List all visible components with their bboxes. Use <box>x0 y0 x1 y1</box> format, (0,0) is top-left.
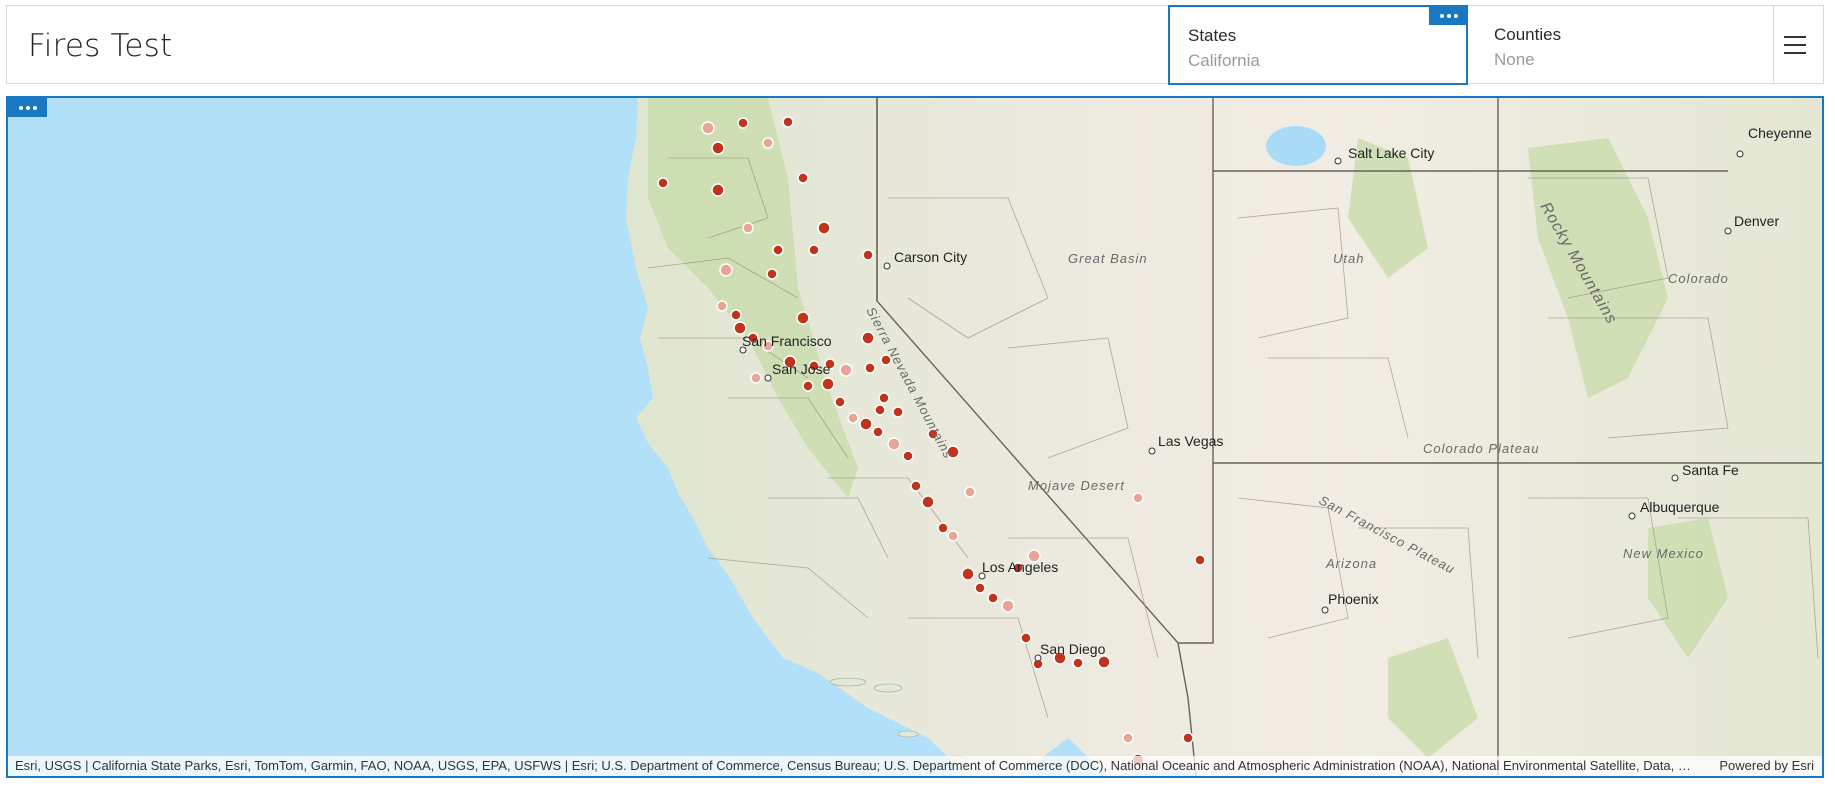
basemap[interactable]: Salt Lake City Cheyenne Denver Carson Ci… <box>8 98 1822 776</box>
fire-marker[interactable] <box>902 450 914 462</box>
fire-marker[interactable] <box>847 412 859 424</box>
fire-marker[interactable] <box>737 117 749 129</box>
fire-marker[interactable] <box>1072 657 1084 669</box>
region-great-basin: Great Basin <box>1068 251 1148 266</box>
map-widget-menu-button[interactable] <box>8 98 47 117</box>
fire-marker[interactable] <box>947 530 959 542</box>
map-view[interactable]: Salt Lake City Cheyenne Denver Carson Ci… <box>6 96 1824 778</box>
fire-marker[interactable] <box>657 177 669 189</box>
city-santa-fe: Santa Fe <box>1682 462 1739 478</box>
region-arizona: Arizona <box>1325 556 1377 571</box>
region-colorado-plateau: Colorado Plateau <box>1423 441 1539 456</box>
fire-marker[interactable] <box>872 426 884 438</box>
fire-marker[interactable] <box>1132 492 1144 504</box>
fire-marker[interactable] <box>974 582 986 594</box>
city-los-angeles: Los Angeles <box>982 559 1058 575</box>
city-san-jose: San Jose <box>772 361 831 377</box>
fire-marker[interactable] <box>878 392 890 404</box>
fire-marker[interactable] <box>808 244 820 256</box>
fire-marker[interactable] <box>861 331 875 345</box>
fire-marker[interactable] <box>1182 732 1194 744</box>
fire-marker[interactable] <box>797 172 809 184</box>
fire-marker[interactable] <box>782 116 794 128</box>
app-header: Fires Test States California Counties No… <box>6 5 1824 85</box>
city-san-diego: San Diego <box>1040 641 1106 657</box>
fire-marker[interactable] <box>910 480 922 492</box>
fire-marker[interactable] <box>839 363 853 377</box>
powered-by-esri-link[interactable]: Powered by Esri <box>1719 756 1814 776</box>
fire-marker[interactable] <box>874 404 886 416</box>
region-colorado: Colorado <box>1668 271 1729 286</box>
states-value: California <box>1188 51 1260 70</box>
fire-marker[interactable] <box>964 486 976 498</box>
fire-marker[interactable] <box>987 592 999 604</box>
city-cheyenne: Cheyenne <box>1748 125 1812 141</box>
region-utah: Utah <box>1333 251 1364 266</box>
hamburger-menu-icon <box>1784 33 1806 57</box>
fire-marker[interactable] <box>892 406 904 418</box>
fire-marker[interactable] <box>742 222 754 234</box>
fire-marker[interactable] <box>1097 655 1111 669</box>
fire-marker[interactable] <box>802 380 814 392</box>
states-label: States <box>1188 26 1237 45</box>
fire-marker[interactable] <box>766 268 778 280</box>
fire-marker[interactable] <box>701 121 715 135</box>
fire-marker[interactable] <box>711 141 725 155</box>
fire-marker[interactable] <box>762 137 774 149</box>
more-dots-icon <box>18 105 23 110</box>
fire-marker[interactable] <box>772 244 784 256</box>
city-denver: Denver <box>1734 213 1779 229</box>
fire-marker[interactable] <box>864 362 876 374</box>
counties-selector[interactable]: Counties None <box>1468 6 1774 83</box>
fire-marker[interactable] <box>937 522 949 534</box>
fire-marker[interactable] <box>730 309 742 321</box>
city-albuquerque: Albuquerque <box>1640 499 1720 515</box>
fire-marker[interactable] <box>711 183 725 197</box>
city-las-vegas: Las Vegas <box>1158 433 1223 449</box>
city-carson-city: Carson City <box>894 249 967 265</box>
fire-marker[interactable] <box>887 437 901 451</box>
states-widget-menu-button[interactable] <box>1429 6 1468 25</box>
city-san-francisco: San Francisco <box>742 333 832 349</box>
fire-marker[interactable] <box>817 221 831 235</box>
fire-marker[interactable] <box>1020 632 1032 644</box>
map-attribution: Esri, USGS | California State Parks, Esr… <box>8 756 1822 776</box>
region-new-mexico: New Mexico <box>1623 546 1704 561</box>
fire-marker[interactable] <box>1194 554 1206 566</box>
counties-label: Counties <box>1494 25 1562 44</box>
fire-marker[interactable] <box>859 417 873 431</box>
fire-marker[interactable] <box>921 495 935 509</box>
fire-marker[interactable] <box>1001 599 1015 613</box>
counties-value: None <box>1494 50 1535 69</box>
fire-marker[interactable] <box>719 263 733 277</box>
states-selector[interactable]: States California <box>1168 5 1468 85</box>
more-dots-icon <box>1439 13 1444 18</box>
fire-marker[interactable] <box>834 396 846 408</box>
attribution-text: Esri, USGS | California State Parks, Esr… <box>15 758 1695 773</box>
fire-marker[interactable] <box>796 311 810 325</box>
fire-marker[interactable] <box>1122 732 1134 744</box>
region-mojave-desert: Mojave Desert <box>1028 478 1125 493</box>
city-salt-lake-city: Salt Lake City <box>1348 145 1434 161</box>
fire-marker[interactable] <box>716 300 728 312</box>
fire-marker[interactable] <box>862 249 874 261</box>
city-phoenix: Phoenix <box>1328 591 1379 607</box>
fire-marker[interactable] <box>750 372 762 384</box>
hamburger-menu-button[interactable] <box>1767 6 1823 83</box>
fire-marker[interactable] <box>961 567 975 581</box>
fire-marker[interactable] <box>821 377 835 391</box>
app-title: Fires Test <box>28 28 173 64</box>
great-salt-lake <box>1266 126 1326 166</box>
